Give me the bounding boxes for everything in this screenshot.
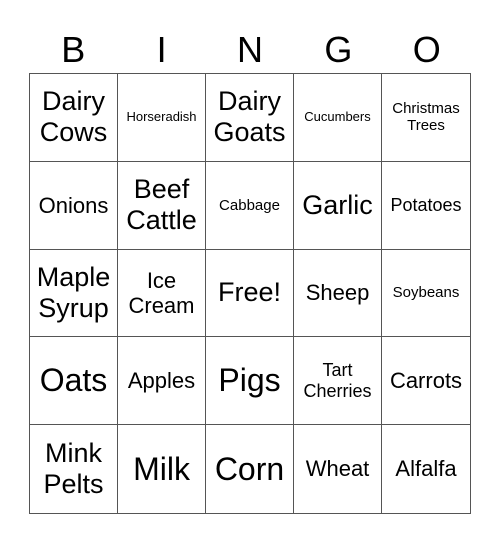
bingo-cell[interactable]: Garlic [294,161,382,250]
bingo-header: B I N G O [29,28,471,72]
header-letter-i: I [156,29,167,70]
bingo-cell[interactable]: Pigs [206,337,294,426]
bingo-cell[interactable]: Christmas Trees [382,74,470,162]
bingo-cell[interactable]: Dairy Goats [206,74,294,162]
bingo-cell[interactable]: Oats [30,337,118,426]
bingo-cell[interactable]: Corn [206,425,294,513]
header-letter-g: G [324,29,353,70]
bingo-cell[interactable]: Apples [118,337,206,426]
bingo-cell[interactable]: Sheep [294,249,382,338]
header-letter-o: O [412,29,441,70]
bingo-cell[interactable]: Onions [30,161,118,250]
bingo-cell[interactable]: Soybeans [382,250,470,338]
bingo-cell[interactable]: Dairy Cows [30,74,118,162]
bingo-cell[interactable]: Cucumbers [294,74,382,162]
bingo-cell[interactable]: Tart Cherries [294,337,382,426]
bingo-cell[interactable]: Wheat [294,425,382,513]
bingo-cell[interactable]: Potatoes [382,162,470,250]
bingo-cell[interactable]: Beef Cattle [118,161,206,250]
bingo-cell[interactable]: Carrots [382,337,470,426]
bingo-cell[interactable]: Horseradish [118,74,206,162]
bingo-grid: Dairy Cows Horseradish Dairy Goats Cucumber… [29,73,471,514]
bingo-cell[interactable]: Cabbage [206,161,294,250]
free-space-cell[interactable]: Free! [206,249,294,338]
header-letter-n: N [236,29,263,70]
bingo-cell[interactable]: Alfalfa [382,425,470,513]
bingo-cell[interactable]: Mink Pelts [30,425,118,513]
bingo-cell[interactable]: Ice Cream [118,249,206,338]
bingo-cell[interactable]: Maple Syrup [30,249,118,338]
header-letter-b: B [61,29,86,70]
bingo-cell[interactable]: Milk [118,425,206,513]
